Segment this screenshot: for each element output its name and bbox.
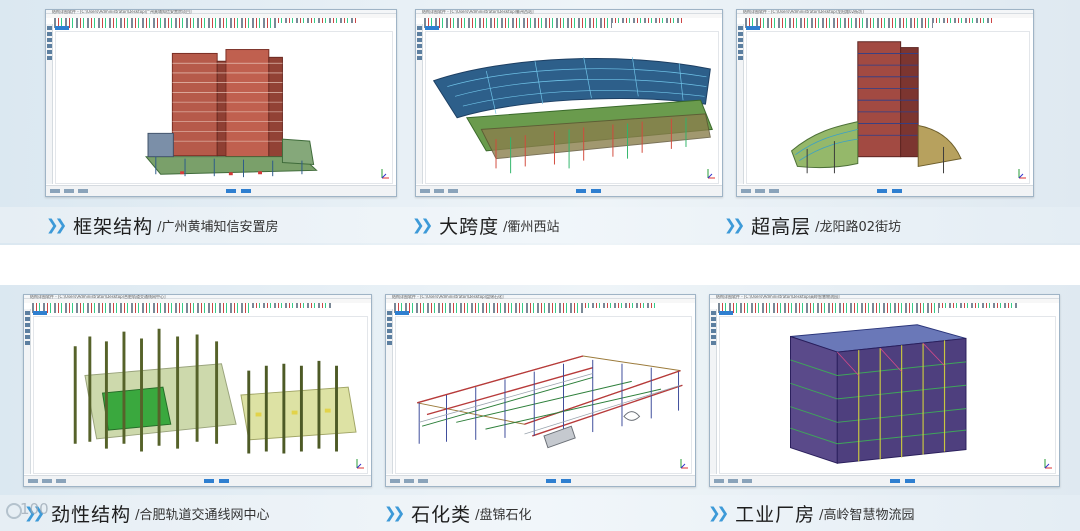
- station-roof-model: [432, 57, 713, 174]
- side-toolbar: [737, 24, 744, 184]
- model-viewport: [425, 31, 719, 184]
- caption-title: 框架结构: [73, 215, 154, 238]
- model-viewport: [746, 31, 1030, 184]
- model-viewport: [395, 316, 692, 474]
- document-tab: [395, 311, 409, 315]
- screenshot-composite-structure: 结构详图软件 - [C:\Users\Administrator\Desktop…: [23, 294, 372, 487]
- document-tab: [33, 311, 47, 315]
- xyz-axis-icon: [1018, 169, 1026, 179]
- xyz-axis-icon: [381, 169, 389, 179]
- caption-subtitle: /广州黄埔知信安置房: [157, 219, 279, 235]
- caption-petrochemical: ❯❯ 石化类 /盘锦石化: [384, 498, 532, 528]
- screenshot-long-span: 结构详图软件 - [C:\Users\Administrator\Desktop…: [415, 9, 723, 197]
- toolbar-row-2: [32, 308, 251, 313]
- xyz-axis-icon: [356, 459, 364, 469]
- caption-composite-structure: ❯❯ 劲性结构 /合肥轨道交通线网中心: [24, 498, 270, 528]
- screenshot-super-high-rise: 结构详图软件 - [C:\Users\Administrator\Desktop…: [736, 9, 1034, 197]
- caption-long-span: ❯❯ 大跨度 /衢州西站: [412, 210, 560, 240]
- double-chevron-right-icon: ❯❯: [412, 216, 433, 234]
- document-tab: [425, 26, 439, 30]
- caption-subtitle: /衢州西站: [503, 219, 560, 235]
- document-tab: [719, 311, 733, 315]
- double-chevron-right-icon: ❯❯: [708, 504, 729, 522]
- caption-subtitle: /高岭智慧物流园: [819, 507, 915, 523]
- caption-title: 超高层: [751, 215, 812, 238]
- composite-columns-model: [73, 328, 357, 454]
- side-toolbar: [46, 24, 53, 184]
- xyz-axis-icon: [1044, 459, 1052, 469]
- caption-title: 大跨度: [439, 215, 500, 238]
- side-toolbar: [24, 309, 31, 474]
- showcase-page: 结构详图软件 - [C:\Users\Administrator\Desktop…: [0, 0, 1080, 531]
- pipe-rack-model: [417, 355, 683, 449]
- xyz-axis-icon: [707, 169, 715, 179]
- model-viewport: [719, 316, 1056, 474]
- toolbar-row-2: [718, 308, 939, 313]
- status-bar: [737, 185, 1033, 196]
- caption-title: 石化类: [411, 503, 472, 526]
- status-bar: [386, 475, 695, 486]
- toolbar-row-2: [54, 23, 276, 28]
- screenshot-petrochemical: 结构详图软件 - [C:\Users\Administrator\Desktop…: [385, 294, 696, 487]
- side-toolbar: [710, 309, 717, 474]
- status-bar: [46, 185, 396, 196]
- factory-frame-model: [790, 324, 967, 464]
- model-viewport: [33, 316, 368, 474]
- toolbar-row-2: [424, 23, 612, 28]
- screenshot-frame-structure: 结构详图软件 - [C:\Users\Administrator\Desktop…: [45, 9, 397, 197]
- caption-title: 工业厂房: [735, 503, 816, 526]
- toolbar-row-2: [745, 23, 933, 28]
- double-chevron-right-icon: ❯❯: [724, 216, 745, 234]
- caption-title: 劲性结构: [51, 503, 132, 526]
- document-tab: [746, 26, 760, 30]
- toolbar-row-2: [394, 308, 585, 313]
- caption-super-high-rise: ❯❯ 超高层 /龙阳路02街坊: [724, 210, 901, 240]
- watermark-text: 100: [20, 500, 49, 518]
- status-bar: [416, 185, 722, 196]
- side-toolbar: [386, 309, 393, 474]
- tower-model: [790, 41, 962, 174]
- model-viewport: [55, 31, 393, 184]
- caption-subtitle: /龙阳路02街坊: [815, 219, 902, 235]
- double-chevron-right-icon: ❯❯: [46, 216, 67, 234]
- frame-building-model: [145, 49, 318, 178]
- caption-industrial-plant: ❯❯ 工业厂房 /高岭智慧物流园: [708, 498, 915, 528]
- caption-subtitle: /盘锦石化: [475, 507, 532, 523]
- caption-frame-structure: ❯❯ 框架结构 /广州黄埔知信安置房: [46, 210, 279, 240]
- double-chevron-right-icon: ❯❯: [384, 504, 405, 522]
- caption-subtitle: /合肥轨道交通线网中心: [135, 507, 270, 523]
- status-bar: [24, 475, 371, 486]
- side-toolbar: [416, 24, 423, 184]
- document-tab: [55, 26, 69, 30]
- screenshot-industrial-plant: 结构详图软件 - [C:\Users\Administrator\Desktop…: [709, 294, 1060, 487]
- xyz-axis-icon: [680, 459, 688, 469]
- status-bar: [710, 475, 1059, 486]
